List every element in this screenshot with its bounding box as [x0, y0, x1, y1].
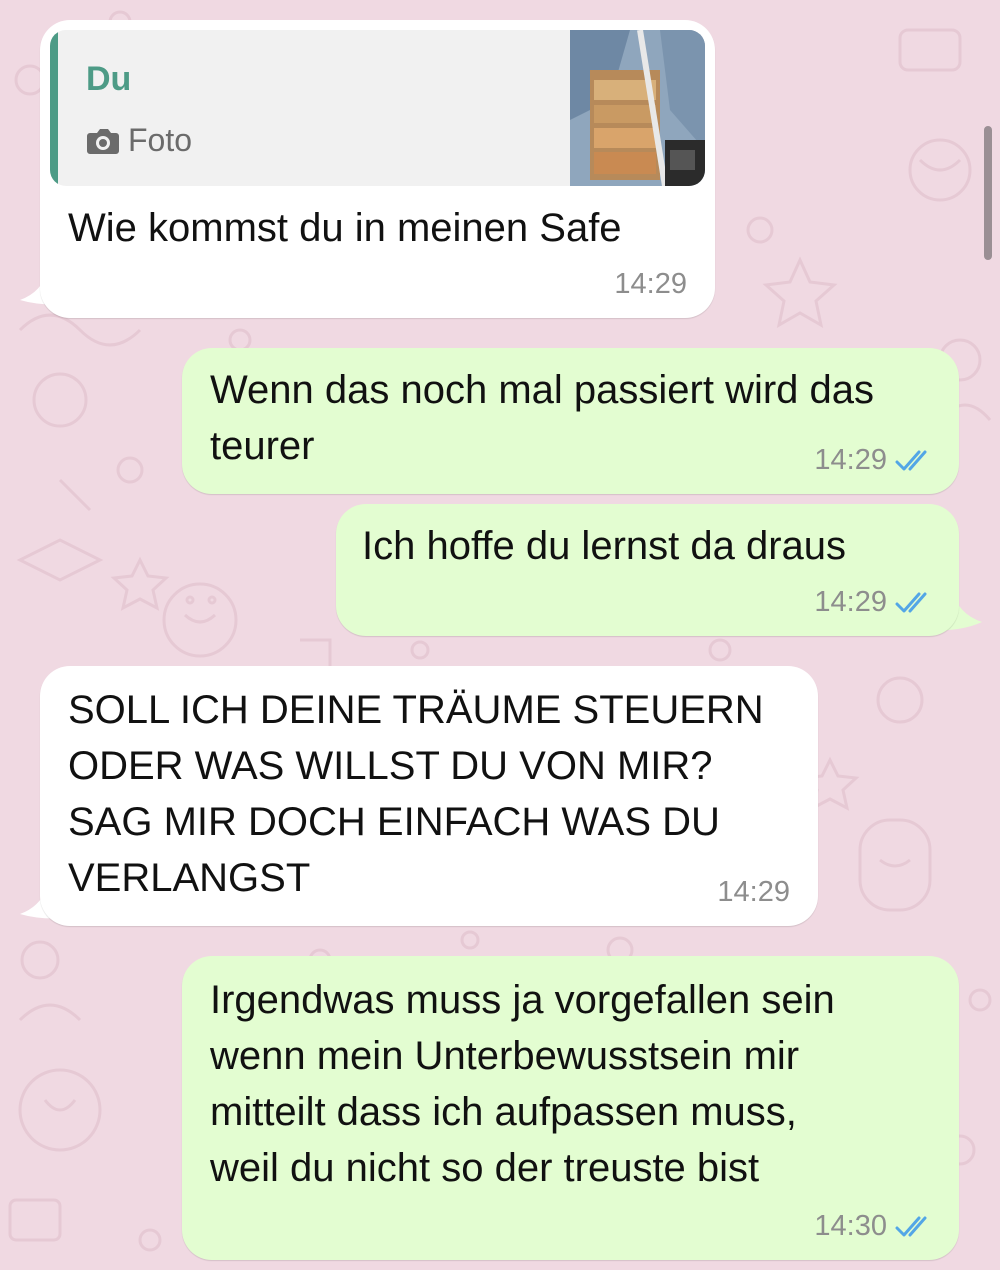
message-time: 14:29 [717, 876, 790, 908]
scrollbar[interactable] [984, 126, 992, 260]
quoted-message[interactable]: Du Foto [50, 30, 705, 186]
message-outgoing[interactable]: Ich hoffe du lernst da draus 14:29 [336, 504, 959, 636]
message-time: 14:29 [814, 444, 887, 476]
message-incoming[interactable]: SOLL ICH DEINE TRÄUME STEUERN ODER WAS W… [40, 666, 818, 926]
message-outgoing[interactable]: Irgendwas muss ja vorgefallen sein wenn … [182, 956, 959, 1260]
quote-accent-bar [50, 30, 58, 186]
read-receipt-icon [895, 592, 927, 612]
message-incoming-quoted-photo[interactable]: Du Foto Wie kommst du in meinen Safe 14:… [40, 20, 715, 318]
message-meta: 14:29 [814, 444, 935, 477]
message-meta: 14:29 [717, 876, 790, 909]
photo-thumbnail[interactable] [570, 30, 705, 186]
message-time: 14:29 [614, 268, 687, 300]
message-meta: 14:30 [814, 1210, 935, 1243]
message-text: SOLL ICH DEINE TRÄUME STEUERN ODER WAS W… [68, 688, 764, 900]
message-text: Wie kommst du in meinen Safe [68, 206, 622, 250]
message-outgoing[interactable]: Wenn das noch mal passiert wird das teur… [182, 348, 959, 494]
message-text: Irgendwas muss ja vorgefallen sein wenn … [210, 978, 835, 1190]
camera-icon [87, 128, 119, 154]
message-time: 14:30 [814, 1210, 887, 1242]
quote-type-label: Foto [128, 122, 193, 158]
message-text: Ich hoffe du lernst da draus [362, 524, 847, 568]
read-receipt-icon [895, 1216, 927, 1236]
message-text: Wenn das noch mal passiert wird das teur… [210, 368, 875, 468]
quote-author: Du [86, 60, 132, 98]
message-meta: 14:29 [814, 586, 935, 619]
message-meta: 14:29 [614, 268, 687, 301]
message-time: 14:29 [814, 586, 887, 618]
read-receipt-icon [895, 450, 927, 470]
quote-type: Foto [86, 122, 192, 159]
